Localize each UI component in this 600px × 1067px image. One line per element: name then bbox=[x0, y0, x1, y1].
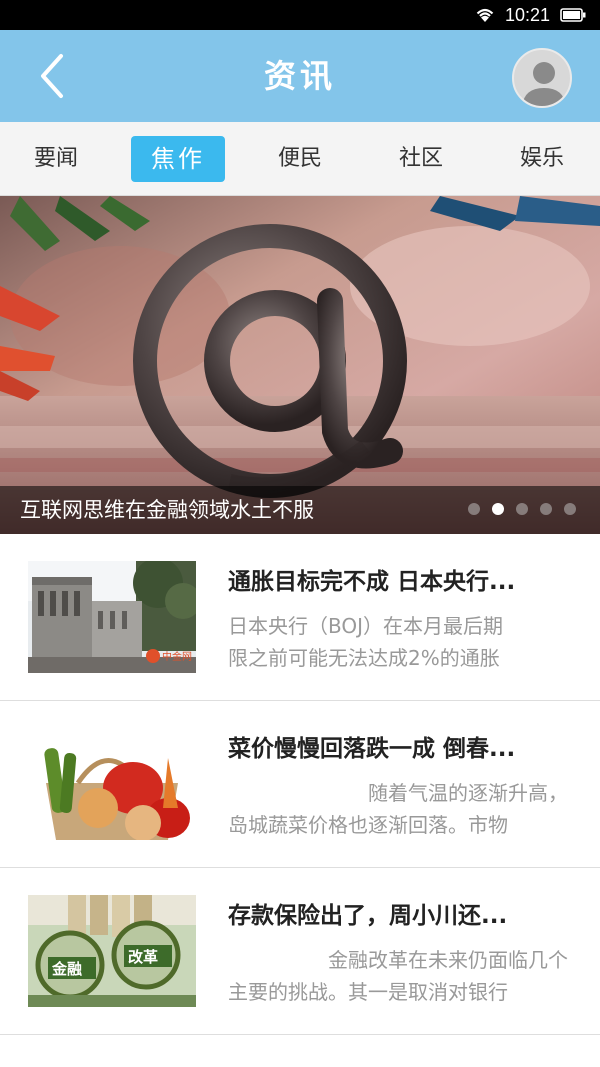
thumb-label: 改革 bbox=[128, 948, 158, 966]
news-thumbnail: 中金网 bbox=[28, 561, 196, 673]
news-summary-line: 限之前可能无法达成2%的通胀 bbox=[228, 646, 500, 670]
user-avatar-icon bbox=[514, 62, 570, 106]
news-summary: 日本央行（BOJ）在本月最后期 限之前可能无法达成2%的通胀 bbox=[228, 610, 568, 674]
status-time: 10:21 bbox=[504, 4, 550, 25]
tab-shequ[interactable]: 社区 bbox=[375, 136, 467, 182]
category-tabs: 要闻 焦作 便民 社区 娱乐 bbox=[0, 122, 600, 196]
carousel-dot-2[interactable] bbox=[492, 503, 504, 515]
news-item[interactable]: 菜价慢慢回落跌一成 倒春... 随着气温的逐渐升高， 岛城蔬菜价格也逐渐回落。市… bbox=[0, 701, 600, 868]
news-summary-line: 随着气温的逐渐升高， bbox=[368, 781, 568, 805]
thumb-label: 金融 bbox=[51, 960, 82, 978]
wifi-icon bbox=[475, 7, 495, 23]
news-summary-line: 岛城蔬菜价格也逐渐回落。市物 bbox=[228, 813, 508, 837]
app-header: 资讯 bbox=[0, 30, 600, 122]
carousel-indicator bbox=[468, 503, 576, 515]
news-summary: 随着气温的逐渐升高， 岛城蔬菜价格也逐渐回落。市物 bbox=[228, 777, 568, 841]
banner-caption: 互联网思维在金融领域水土不服 bbox=[20, 498, 314, 522]
news-list: 中金网 通胀目标完不成 日本央行... 日本央行（BOJ）在本月最后期 限之前可… bbox=[0, 534, 600, 1035]
tab-yaowen[interactable]: 要闻 bbox=[10, 136, 102, 182]
news-title: 菜价慢慢回落跌一成 倒春... bbox=[228, 736, 516, 762]
news-summary: 金融改革在未来仍面临几个 主要的挑战。其一是取消对银行 bbox=[228, 944, 568, 1008]
tab-bianmin[interactable]: 便民 bbox=[254, 136, 346, 182]
featured-banner[interactable]: 互联网思维在金融领域水土不服 bbox=[0, 196, 600, 534]
status-icons: 10:21 bbox=[475, 0, 586, 30]
news-thumbnail bbox=[28, 728, 196, 840]
battery-icon bbox=[560, 8, 586, 22]
avatar[interactable] bbox=[512, 48, 572, 108]
news-summary-line: 日本央行（BOJ）在本月最后期 bbox=[228, 614, 504, 638]
status-bar: 10:21 bbox=[0, 0, 600, 30]
news-item[interactable]: 金融 改革 存款保险出了，周小川还... 金融改革在未来仍面临几个 主要的挑战。… bbox=[0, 868, 600, 1035]
news-title: 通胀目标完不成 日本央行... bbox=[228, 569, 516, 595]
news-title: 存款保险出了，周小川还... bbox=[228, 903, 508, 929]
carousel-dot-5[interactable] bbox=[564, 503, 576, 515]
back-button[interactable] bbox=[22, 48, 82, 108]
tab-jiaozuo[interactable]: 焦作 bbox=[131, 136, 225, 182]
carousel-dot-4[interactable] bbox=[540, 503, 552, 515]
news-summary-line: 金融改革在未来仍面临几个 bbox=[328, 948, 568, 972]
news-summary-line: 主要的挑战。其一是取消对银行 bbox=[228, 980, 508, 1004]
tab-yule[interactable]: 娱乐 bbox=[496, 136, 588, 182]
thumb-watermark: 中金网 bbox=[162, 650, 192, 663]
chevron-left-icon bbox=[37, 53, 67, 103]
news-item[interactable]: 中金网 通胀目标完不成 日本央行... 日本央行（BOJ）在本月最后期 限之前可… bbox=[0, 534, 600, 701]
carousel-dot-3[interactable] bbox=[516, 503, 528, 515]
banner-image bbox=[0, 196, 600, 534]
page-title: 资讯 bbox=[263, 57, 336, 95]
carousel-dot-1[interactable] bbox=[468, 503, 480, 515]
banner-caption-bar: 互联网思维在金融领域水土不服 bbox=[0, 486, 600, 534]
news-thumbnail: 金融 改革 bbox=[28, 895, 196, 1007]
